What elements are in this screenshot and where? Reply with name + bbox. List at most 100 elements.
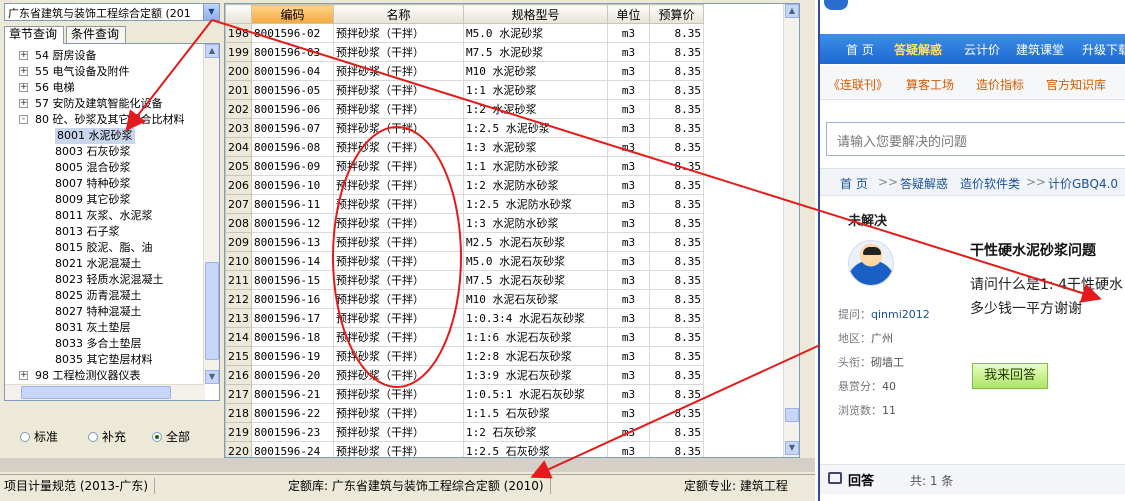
column-header[interactable]: [225, 4, 252, 24]
radio-standard[interactable]: 标准: [20, 428, 58, 445]
nav-cloud-pricing[interactable]: 云计价: [964, 41, 1000, 58]
table-cell: 1:1 水泥防水砂浆: [463, 156, 608, 176]
table-cell: 预拌砂浆（干拌）: [333, 232, 464, 252]
table-row[interactable]: 206 8001596-10 预拌砂浆（干拌） 1:2 水泥防水砂浆 m3 8.35: [225, 175, 704, 195]
table-cell: 8001596-18: [251, 327, 334, 347]
expand-icon[interactable]: +: [19, 371, 28, 380]
column-header[interactable]: 单位: [607, 4, 650, 24]
nav-journal[interactable]: 《连联刊》: [828, 76, 888, 93]
grid-vertical-scrollbar[interactable]: ▲ ▼: [783, 4, 799, 457]
tab-condition-query[interactable]: 条件查询: [66, 26, 126, 43]
nav-workshop[interactable]: 算客工场: [906, 76, 954, 93]
crumb-gbq[interactable]: 计价GBQ4.0（定: [1048, 175, 1125, 192]
expand-icon[interactable]: +: [19, 99, 28, 108]
crumb-home[interactable]: 首 页: [840, 175, 868, 192]
table-cell: 219: [225, 422, 252, 442]
asker-link[interactable]: qinmi2012: [871, 308, 930, 321]
scroll-thumb[interactable]: [205, 262, 219, 360]
scroll-thumb[interactable]: [21, 386, 171, 399]
table-row[interactable]: 202 8001596-06 预拌砂浆（干拌） 1:2 水泥砂浆 m3 8.35: [225, 99, 704, 119]
table-cell: 203: [225, 118, 252, 138]
nav-qa[interactable]: 答疑解惑: [894, 41, 942, 58]
table-row[interactable]: 218 8001596-22 预拌砂浆（干拌） 1:1.5 石灰砂浆 m3 8.35: [225, 403, 704, 423]
table-cell: M2.5 水泥石灰砂浆: [463, 232, 608, 252]
table-cell: 预拌砂浆（干拌）: [333, 137, 464, 157]
table-row[interactable]: 216 8001596-20 预拌砂浆（干拌） 1:3:9 水泥石灰砂浆 m3 8.35: [225, 365, 704, 385]
table-row[interactable]: 217 8001596-21 预拌砂浆（干拌） 1:0.5:1 水泥石灰砂浆 m3 8.3…: [225, 384, 704, 404]
tree-item-label: 8033 多合土垫层: [55, 337, 142, 350]
table-cell: 1:1 水泥砂浆: [463, 80, 608, 100]
table-cell: m3: [607, 403, 650, 423]
table-row[interactable]: 220 8001596-24 预拌砂浆（干拌） 1:2.5 石灰砂浆 m3 8.35: [225, 441, 704, 457]
table-cell: 8001596-03: [251, 42, 334, 62]
table-cell: 预拌砂浆（干拌）: [333, 23, 464, 43]
table-cell: 8001596-08: [251, 137, 334, 157]
table-cell: 预拌砂浆（干拌）: [333, 365, 464, 385]
table-cell: 8001596-05: [251, 80, 334, 100]
table-cell: 199: [225, 42, 252, 62]
table-cell: 预拌砂浆（干拌）: [333, 251, 464, 271]
expand-icon[interactable]: +: [19, 67, 28, 76]
table-cell: 1:3 水泥防水砂浆: [463, 213, 608, 233]
nav-home[interactable]: 首 页: [846, 41, 874, 58]
table-row[interactable]: 205 8001596-09 预拌砂浆（干拌） 1:1 水泥防水砂浆 m3 8.35: [225, 156, 704, 176]
table-cell: 8.35: [649, 251, 704, 271]
nav-download[interactable]: 升级下载: [1082, 41, 1125, 58]
table-row[interactable]: 199 8001596-03 预拌砂浆（干拌） M7.5 水泥砂浆 m3 8.35: [225, 42, 704, 62]
table-row[interactable]: 204 8001596-08 预拌砂浆（干拌） 1:3 水泥砂浆 m3 8.35: [225, 137, 704, 157]
table-row[interactable]: 209 8001596-13 预拌砂浆（干拌） M2.5 水泥石灰砂浆 m3 8.35: [225, 232, 704, 252]
nav-building-class[interactable]: 建筑课堂: [1016, 41, 1064, 58]
table-cell: 8001596-19: [251, 346, 334, 366]
table-row[interactable]: 210 8001596-14 预拌砂浆（干拌） M5.0 水泥石灰砂浆 m3 8.35: [225, 251, 704, 271]
scroll-up-icon[interactable]: ▲: [205, 44, 219, 58]
crumb-qa[interactable]: 答疑解惑: [900, 175, 948, 192]
table-cell: 8.35: [649, 42, 704, 62]
column-header[interactable]: 编码: [251, 4, 334, 24]
scroll-thumb[interactable]: [785, 408, 799, 422]
question-search-input[interactable]: 请输入您要解决的问题: [826, 122, 1125, 156]
nav-cost-index[interactable]: 造价指标: [976, 76, 1024, 93]
table-row[interactable]: 201 8001596-05 预拌砂浆（干拌） 1:1 水泥砂浆 m3 8.35: [225, 80, 704, 100]
table-cell: 8.35: [649, 327, 704, 347]
table-cell: 预拌砂浆（干拌）: [333, 422, 464, 442]
table-cell: 预拌砂浆（干拌）: [333, 213, 464, 233]
radio-supplement[interactable]: 补充: [88, 428, 126, 445]
tree-vertical-scrollbar[interactable]: ▲ ▼: [203, 44, 219, 384]
table-row[interactable]: 211 8001596-15 预拌砂浆（干拌） M7.5 水泥石灰砂浆 m3 8.35: [225, 270, 704, 290]
search-placeholder: 请输入您要解决的问题: [837, 135, 968, 150]
table-row[interactable]: 208 8001596-12 预拌砂浆（干拌） 1:3 水泥防水砂浆 m3 8.35: [225, 213, 704, 233]
table-row[interactable]: 203 8001596-07 预拌砂浆（干拌） 1:2.5 水泥砂浆 m3 8.35: [225, 118, 704, 138]
table-row[interactable]: 215 8001596-19 预拌砂浆（干拌） 1:2:8 水泥石灰砂浆 m3 8.35: [225, 346, 704, 366]
column-header[interactable]: 名称: [333, 4, 464, 24]
scroll-up-icon[interactable]: ▲: [785, 4, 799, 18]
column-header[interactable]: 规格型号: [463, 4, 608, 24]
table-row[interactable]: 207 8001596-11 预拌砂浆（干拌） 1:2.5 水泥防水砂浆 m3 8.35: [225, 194, 704, 214]
table-row[interactable]: 213 8001596-17 预拌砂浆（干拌） 1:0.3:4 水泥石灰砂浆 m3 8.3…: [225, 308, 704, 328]
tree-item-label: 8031 灰土垫层: [55, 321, 131, 334]
answer-button[interactable]: 我来回答: [972, 363, 1048, 389]
nav-knowledge-base[interactable]: 官方知识库: [1046, 76, 1106, 93]
table-row[interactable]: 200 8001596-04 预拌砂浆（干拌） M10 水泥砂浆 m3 8.35: [225, 61, 704, 81]
table-cell: m3: [607, 118, 650, 138]
collapse-icon[interactable]: -: [19, 115, 28, 124]
scroll-down-icon[interactable]: ▼: [205, 370, 219, 384]
table-cell: 215: [225, 346, 252, 366]
scroll-down-icon[interactable]: ▼: [785, 441, 799, 455]
tree-horizontal-scrollbar[interactable]: [5, 384, 205, 400]
expand-icon[interactable]: +: [19, 51, 28, 60]
table-row[interactable]: 214 8001596-18 预拌砂浆（干拌） 1:1:6 水泥石灰砂浆 m3 8.35: [225, 327, 704, 347]
column-header[interactable]: 预算价: [649, 4, 704, 24]
table-cell: 8.35: [649, 270, 704, 290]
crumb-software[interactable]: 造价软件类: [960, 175, 1020, 192]
table-cell: M10 水泥砂浆: [463, 61, 608, 81]
tab-chapter-query[interactable]: 章节查询: [4, 26, 64, 44]
table-row[interactable]: 212 8001596-16 预拌砂浆（干拌） M10 水泥石灰砂浆 m3 8.35: [225, 289, 704, 309]
table-row[interactable]: 198 8001596-02 预拌砂浆（干拌） M5.0 水泥砂浆 m3 8.35: [225, 23, 704, 43]
chevron-down-icon[interactable]: ▼: [203, 4, 219, 20]
table-row[interactable]: 219 8001596-23 预拌砂浆（干拌） 1:2 石灰砂浆 m3 8.35: [225, 422, 704, 442]
radio-all[interactable]: 全部: [152, 428, 190, 445]
table-cell: 1:2.5 石灰砂浆: [463, 441, 608, 457]
quota-library-combo[interactable]: 广东省建筑与装饰工程综合定额 (201 ▼: [4, 3, 220, 21]
expand-icon[interactable]: +: [19, 83, 28, 92]
table-cell: m3: [607, 137, 650, 157]
